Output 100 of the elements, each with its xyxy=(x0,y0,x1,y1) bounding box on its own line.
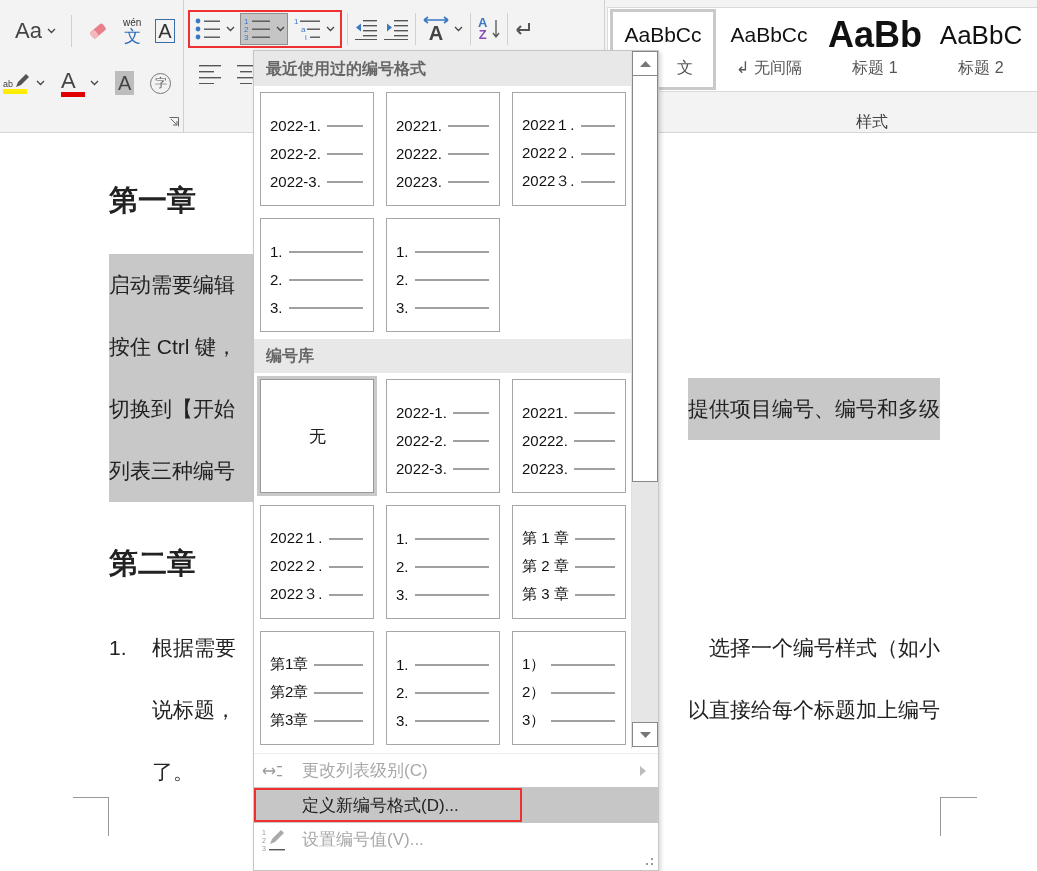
number-label: 1. xyxy=(396,243,409,260)
sort-button[interactable]: A Z xyxy=(476,12,503,46)
blank-line xyxy=(326,152,363,155)
number-label: 1. xyxy=(270,243,283,260)
paragraph-text: 切换到【开始 xyxy=(109,378,253,440)
numbering-format-tile[interactable]: 2022-1. 2022-2. 2022-3. xyxy=(386,379,500,493)
character-border-button[interactable]: A xyxy=(152,14,178,48)
numbering-format-tile[interactable]: 2022１. 2022２. 2022３. xyxy=(512,92,626,206)
dialog-launcher-button[interactable] xyxy=(169,117,179,127)
number-label: 第1章 xyxy=(270,655,309,674)
scroll-up-button[interactable] xyxy=(632,51,658,76)
number-label: 2022１. xyxy=(270,529,323,548)
style-preview: AaBb xyxy=(828,18,922,52)
number-label: 3. xyxy=(396,586,409,603)
number-label: 2022-1. xyxy=(396,404,447,421)
blank-line xyxy=(580,152,615,155)
number-label: 1. xyxy=(396,530,409,547)
number-label: 2022２. xyxy=(270,557,323,576)
number-label: 第3章 xyxy=(270,711,309,730)
number-label: 3. xyxy=(396,712,409,729)
numbering-format-tile[interactable]: 无 xyxy=(260,379,374,493)
blank-line xyxy=(326,124,363,127)
paragraph-text: 按住 Ctrl 键， xyxy=(109,316,253,378)
number-label: 第2章 xyxy=(270,683,309,702)
corner-arrow-icon xyxy=(169,117,179,127)
list-number: 1. xyxy=(109,635,128,661)
section-header: 最近使用过的编号格式 xyxy=(254,51,631,86)
font-color-button[interactable]: A xyxy=(58,66,102,100)
group-title: 样式 xyxy=(855,112,889,132)
number-label: 1） xyxy=(522,655,546,674)
numbering-format-tile[interactable]: 1. 2. 3. xyxy=(260,218,374,332)
numbering-format-tile[interactable]: 2022１. 2022２. 2022３. xyxy=(260,505,374,619)
numbering-format-tile[interactable]: 20221. 20222. 20223. xyxy=(512,379,626,493)
character-shading-button[interactable]: A xyxy=(112,66,138,100)
scroll-thumb[interactable] xyxy=(632,76,658,482)
numbering-format-tile[interactable]: 2022-1. 2022-2. 2022-3. xyxy=(260,92,374,206)
blank-line xyxy=(328,565,363,568)
blank-line xyxy=(580,124,615,127)
number-label: 第 1 章 xyxy=(522,529,569,548)
style-preview: AaBbCc xyxy=(730,22,808,48)
number-label: 2022２. xyxy=(522,144,575,163)
style-name: ↲ 无间隔 xyxy=(736,58,802,78)
number-label: 20223. xyxy=(396,173,442,190)
number-label: 2022-3. xyxy=(270,173,321,190)
number-label: 2. xyxy=(396,271,409,288)
number-label: 1. xyxy=(396,656,409,673)
numbering-format-tile[interactable]: 1） 2） 3） xyxy=(512,631,626,745)
font-color-letter: A xyxy=(61,69,76,92)
pen-icon xyxy=(13,72,29,89)
blank-line xyxy=(447,124,489,127)
number-label: 2022-1. xyxy=(270,117,321,134)
style-preview: AaBbC xyxy=(939,19,1023,52)
return-arrow-icon xyxy=(515,22,532,36)
style-item[interactable]: AaBb 标题 1 xyxy=(822,9,928,90)
text-direction-button[interactable]: A xyxy=(421,12,465,46)
color-bar xyxy=(61,91,85,97)
section-header: 编号库 xyxy=(254,339,631,373)
menu-item[interactable]: 定义新编号格式(D)... xyxy=(254,787,658,823)
number-label: 2022３. xyxy=(522,172,575,191)
numbering-format-tile[interactable]: 1. 2. 3. xyxy=(386,631,500,745)
phonetic-guide-button[interactable]: wén 文 xyxy=(119,14,145,48)
number-label: 2022-2. xyxy=(270,145,321,162)
caret-icon xyxy=(454,26,463,32)
blank-line xyxy=(551,719,615,722)
numbering-format-tile[interactable]: 第 1 章 第 2 章 第 3 章 xyxy=(512,505,626,619)
style-name: 文 xyxy=(677,58,693,78)
number-label: 2022３. xyxy=(270,585,323,604)
highlight-button[interactable]: ab xyxy=(0,66,48,100)
change-case-button[interactable]: Aa xyxy=(12,14,59,48)
number-label: 第 3 章 xyxy=(522,585,569,604)
chapter-heading: 第一章 xyxy=(109,183,196,218)
increase-indent-icon xyxy=(384,18,408,40)
blank-line xyxy=(452,467,489,470)
number-label: 第 2 章 xyxy=(522,557,569,576)
down-arrow-icon xyxy=(492,19,501,39)
caret-icon xyxy=(90,80,99,86)
numbering-format-tile[interactable]: 第1章 第2章 第3章 xyxy=(260,631,374,745)
blank-line xyxy=(314,719,363,722)
align-left-icon xyxy=(199,64,221,84)
style-item[interactable]: AaBbCc ↲ 无间隔 xyxy=(716,9,822,90)
style-name: 标题 1 xyxy=(852,58,898,78)
decrease-indent-icon xyxy=(355,18,377,40)
blank-line xyxy=(452,411,489,414)
numbering-format-tile[interactable]: 1. 2. 3. xyxy=(386,505,500,619)
numbering-format-tile[interactable]: 20221. 20222. 20223. xyxy=(386,92,500,206)
number-label: 20222. xyxy=(396,145,442,162)
menu-item-label: 定义新编号格式(D)... xyxy=(302,794,459,817)
numbering-format-tile[interactable]: 1. 2. 3. xyxy=(386,218,500,332)
scroll-down-button[interactable] xyxy=(632,722,658,747)
enclose-character-button[interactable]: 字 xyxy=(147,66,175,100)
resize-grip-icon xyxy=(646,858,654,866)
number-label: 2） xyxy=(522,683,546,702)
number-label: 3. xyxy=(396,299,409,316)
blank-line xyxy=(447,152,489,155)
double-arrow-icon xyxy=(423,16,449,24)
style-name: 标题 2 xyxy=(958,58,1004,78)
style-item[interactable]: AaBbC 标题 2 xyxy=(928,9,1034,90)
list-level-icon xyxy=(262,764,282,777)
multilevel-list-button[interactable]: 1 a i xyxy=(290,13,338,45)
number-label: 2022-2. xyxy=(396,432,447,449)
